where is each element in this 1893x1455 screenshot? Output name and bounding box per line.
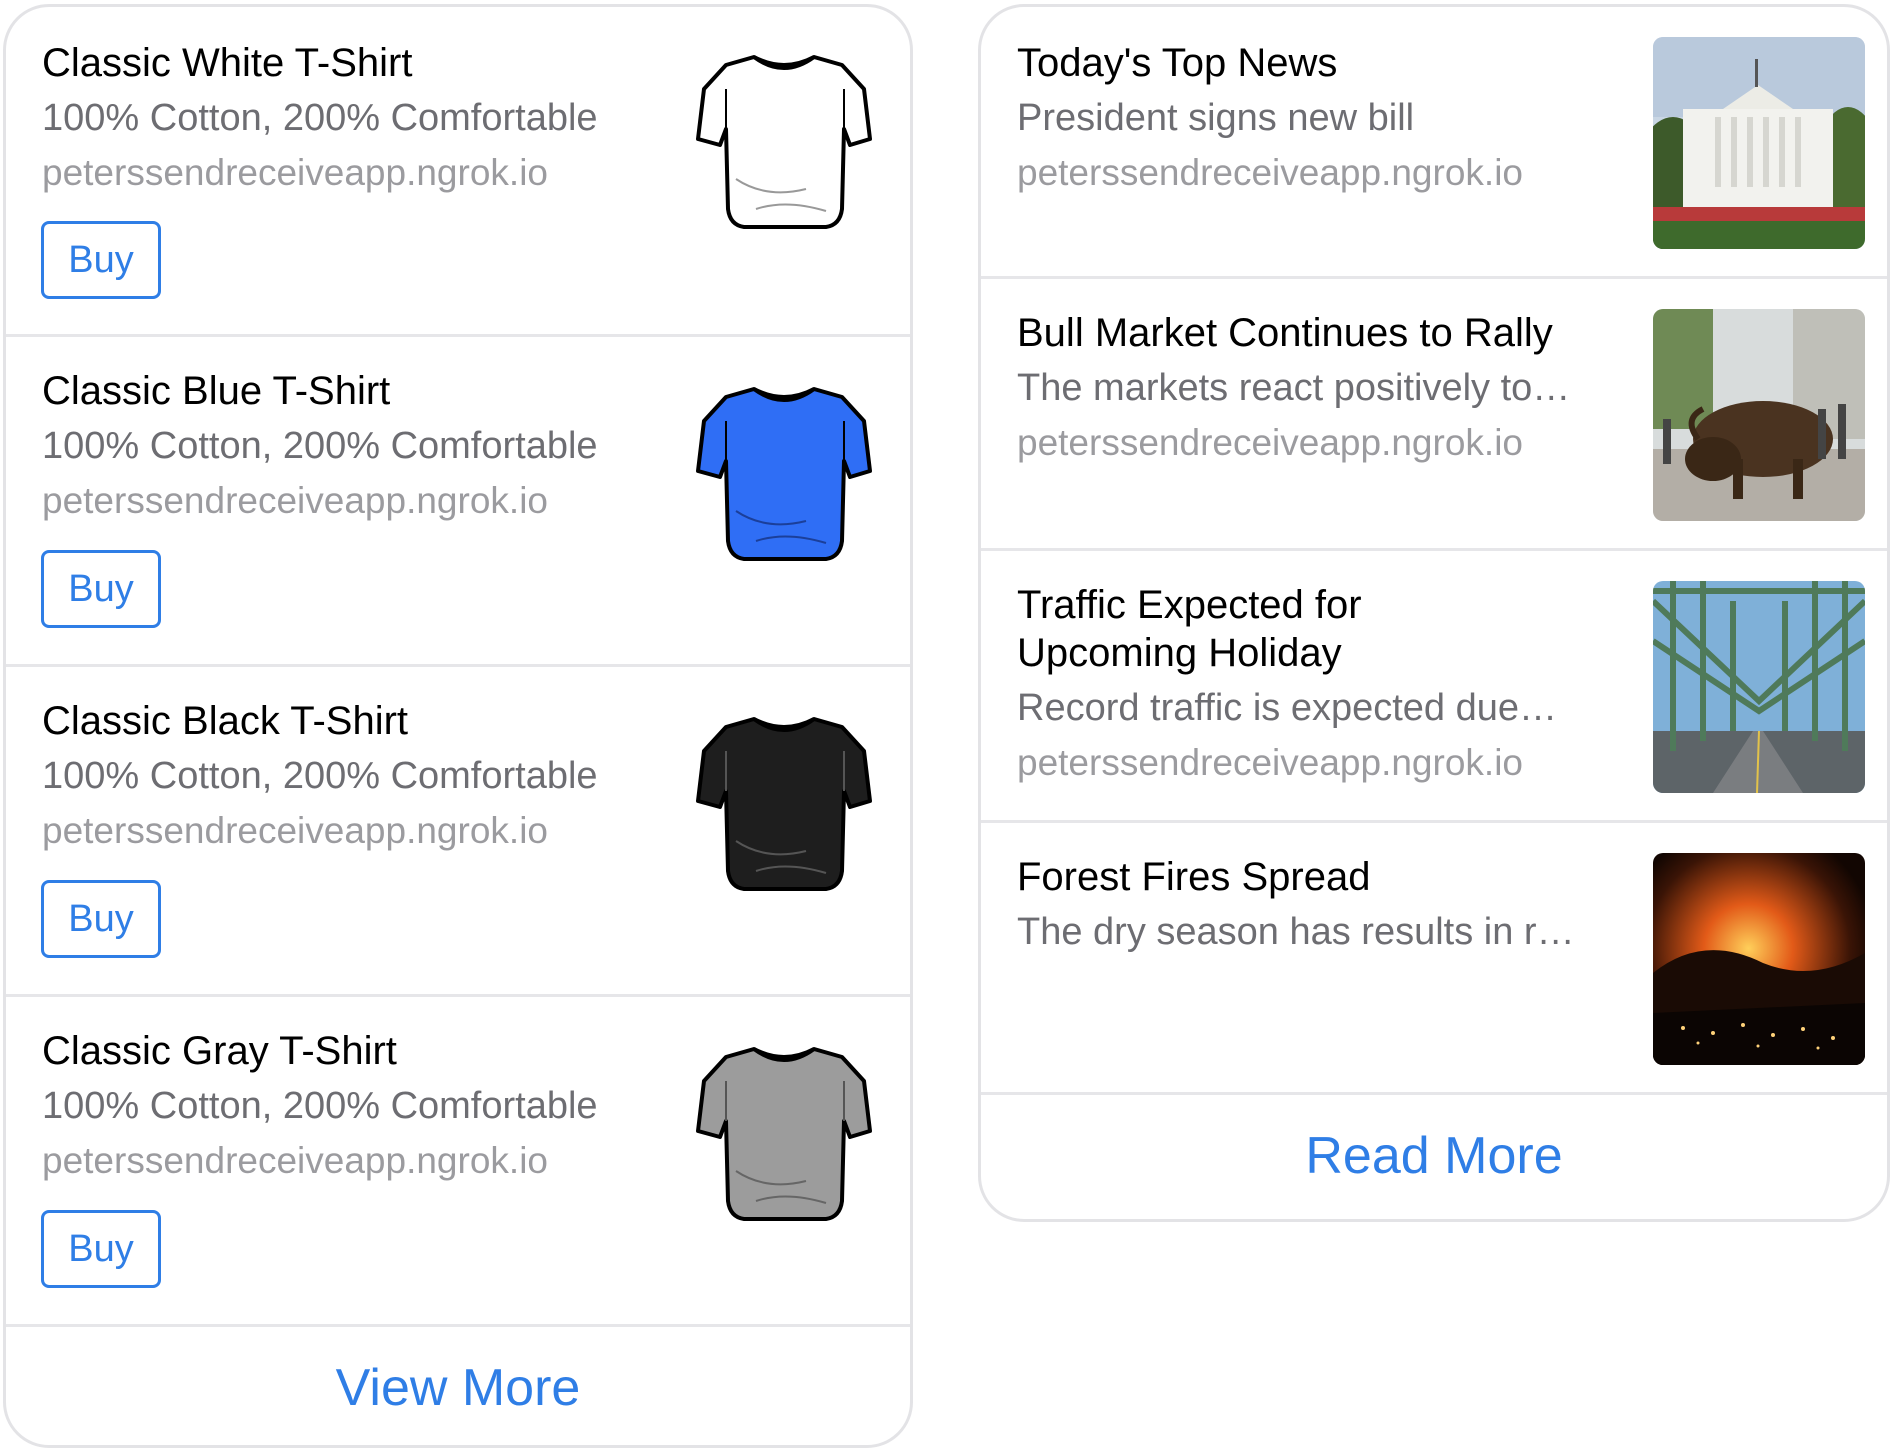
item-title: Classic Black T-Shirt: [42, 699, 409, 743]
item-subtitle: 100% Cotton, 200% Comfortable: [42, 755, 598, 797]
blue-tshirt-image: [696, 387, 872, 561]
list-item-forest-fires[interactable]: Forest Fires Spread The dry season has r…: [981, 823, 1887, 1095]
buy-button[interactable]: Buy: [41, 550, 161, 628]
item-title: Bull Market Continues to Rally: [1017, 311, 1553, 355]
list-item-blue-tshirt[interactable]: Classic Blue T-Shirt 100% Cotton, 200% C…: [6, 337, 910, 667]
item-title: Classic White T-Shirt: [42, 41, 413, 85]
item-subtitle: 100% Cotton, 200% Comfortable: [42, 1085, 598, 1127]
item-url: peterssendreceiveapp.ngrok.io: [1017, 152, 1523, 193]
item-url: peterssendreceiveapp.ngrok.io: [42, 810, 548, 851]
item-url: peterssendreceiveapp.ngrok.io: [42, 480, 548, 521]
list-item-holiday-traffic[interactable]: Traffic Expected for Upcoming Holiday Re…: [981, 551, 1887, 823]
list-item-top-news[interactable]: Today's Top News President signs new bil…: [981, 7, 1887, 279]
buy-button[interactable]: Buy: [41, 1210, 161, 1288]
item-subtitle: 100% Cotton, 200% Comfortable: [42, 97, 598, 139]
white-tshirt-image: [696, 55, 872, 229]
item-title: Classic Blue T-Shirt: [42, 369, 391, 413]
item-title: Today's Top News: [1017, 41, 1338, 85]
list-item-black-tshirt[interactable]: Classic Black T-Shirt 100% Cotton, 200% …: [6, 667, 910, 997]
item-title-line-2: Upcoming Holiday: [1017, 631, 1342, 675]
read-more-button[interactable]: Read More: [981, 1125, 1887, 1187]
buy-button[interactable]: Buy: [41, 221, 161, 299]
white-house-photo: [1653, 37, 1865, 249]
list-item-white-tshirt[interactable]: Classic White T-Shirt 100% Cotton, 200% …: [6, 7, 910, 337]
item-url: peterssendreceiveapp.ngrok.io: [1017, 422, 1523, 463]
item-title-line-1: Traffic Expected for: [1017, 583, 1362, 627]
product-list-card: Classic White T-Shirt 100% Cotton, 200% …: [3, 4, 913, 1448]
item-title: Forest Fires Spread: [1017, 855, 1371, 899]
forest-fire-photo: [1653, 853, 1865, 1065]
black-tshirt-image: [696, 717, 872, 891]
list-item-bull-market[interactable]: Bull Market Continues to Rally The marke…: [981, 279, 1887, 551]
charging-bull-photo: [1653, 309, 1865, 521]
list-item-gray-tshirt[interactable]: Classic Gray T-Shirt 100% Cotton, 200% C…: [6, 997, 910, 1327]
item-subtitle: President signs new bill: [1017, 97, 1415, 139]
item-subtitle: 100% Cotton, 200% Comfortable: [42, 425, 598, 467]
item-url: peterssendreceiveapp.ngrok.io: [1017, 742, 1523, 783]
news-list-card: Today's Top News President signs new bil…: [978, 4, 1890, 1222]
buy-button[interactable]: Buy: [41, 880, 161, 958]
item-subtitle: Record traffic is expected due…: [1017, 687, 1558, 729]
item-subtitle: The markets react positively to…: [1017, 367, 1571, 409]
item-subtitle: The dry season has results in r…: [1017, 911, 1575, 953]
bridge-photo: [1653, 581, 1865, 793]
item-title: Classic Gray T-Shirt: [42, 1029, 397, 1073]
item-url: peterssendreceiveapp.ngrok.io: [42, 152, 548, 193]
view-more-button[interactable]: View More: [6, 1357, 910, 1419]
gray-tshirt-image: [696, 1047, 872, 1221]
item-url: peterssendreceiveapp.ngrok.io: [42, 1140, 548, 1181]
